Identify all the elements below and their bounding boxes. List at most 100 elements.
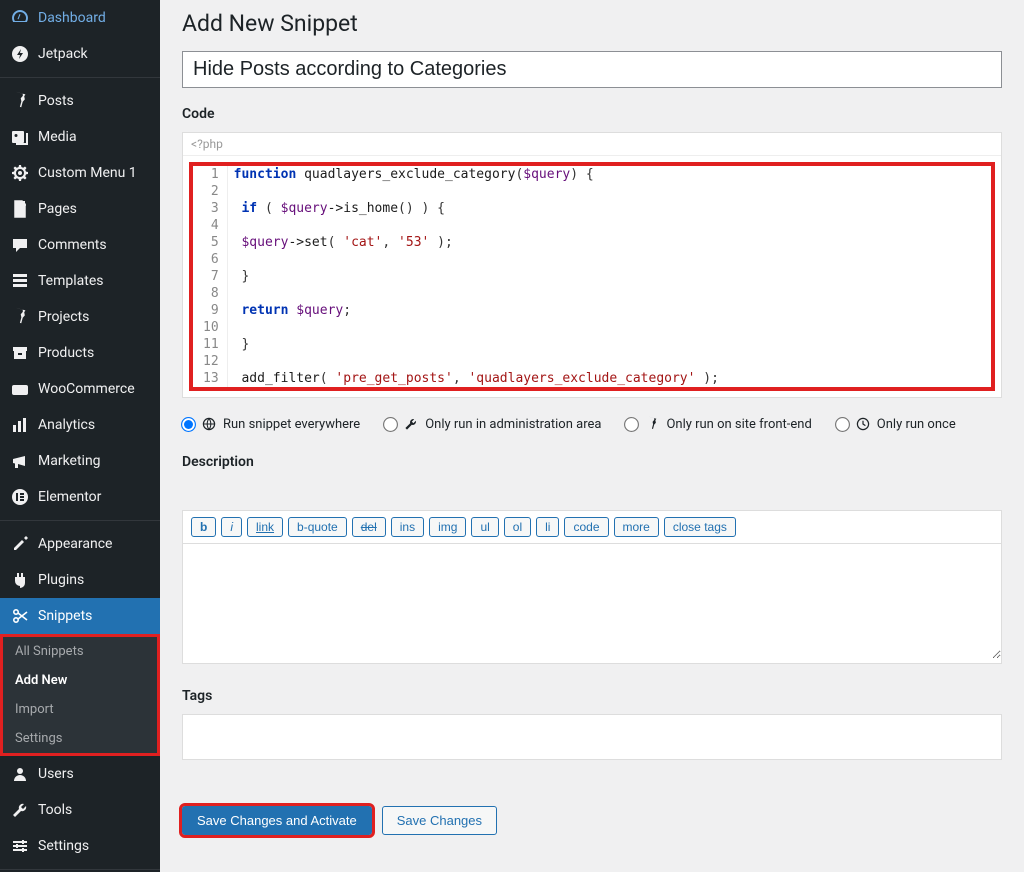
menu-item-projects[interactable]: Projects [0,299,160,335]
submenu-item-all-snippets[interactable]: All Snippets [3,637,157,666]
menu-label: Posts [38,93,74,109]
menu-label: Settings [38,838,89,854]
save-button-row: Save Changes and Activate Save Changes [182,806,1002,835]
quicktag-li[interactable]: li [536,517,559,537]
globe-icon [201,416,217,432]
code-line[interactable]: $query->set( 'cat', '53' ); [227,234,725,251]
menu-item-analytics[interactable]: Analytics [0,407,160,443]
code-line[interactable]: if ( $query->is_home() ) { [227,200,725,217]
pin-icon [10,91,30,111]
code-line[interactable] [227,183,725,200]
quicktag-img[interactable]: img [429,517,466,537]
menu-item-users[interactable]: Users [0,756,160,792]
scope-radio[interactable] [835,417,850,432]
code-line[interactable] [227,353,725,370]
media-icon [10,127,30,147]
code-line[interactable]: function quadlayers_exclude_category($qu… [227,166,725,183]
menu-separator [0,869,160,870]
scope-label: Only run once [877,417,956,432]
tags-input[interactable] [182,714,1002,760]
admin-sidebar: Dashboard Jetpack Posts MediaCustom Menu 1… [0,0,160,872]
line-number: 2 [193,183,227,200]
line-number: 6 [193,251,227,268]
menu-item-posts[interactable]: Posts [0,83,160,119]
line-number: 7 [193,268,227,285]
scope-radio[interactable] [383,417,398,432]
menu-item-tools[interactable]: Tools [0,792,160,828]
code-line[interactable] [227,217,725,234]
code-line[interactable]: } [227,336,725,353]
quicktag-b-quote[interactable]: b-quote [288,517,347,537]
woo-icon [10,379,30,399]
sliders-icon [10,836,30,856]
quicktag-code[interactable]: code [564,517,608,537]
scope-label: Only run on site front-end [666,417,811,432]
description-textarea[interactable] [183,544,1001,659]
scope-option[interactable]: Run snippet everywhere [182,416,360,432]
menu-item-comments[interactable]: Comments [0,227,160,263]
snippets-submenu: All SnippetsAdd NewImportSettings [0,634,160,756]
line-number: 10 [193,319,227,336]
menu-item-dashboard[interactable]: Dashboard [0,0,160,36]
quicktag-b[interactable]: b [191,517,216,537]
code-line[interactable]: } [227,268,725,285]
quicktag-ins[interactable]: ins [391,517,424,537]
menu-item-templates[interactable]: Templates [0,263,160,299]
save-button[interactable]: Save Changes [382,806,497,835]
quicktag-ol[interactable]: ol [504,517,531,537]
code-line[interactable] [227,251,725,268]
menu-separator [0,520,160,521]
menu-item-custom-menu-1[interactable]: Custom Menu 1 [0,155,160,191]
quicktag-i[interactable]: i [221,517,242,537]
menu-item-snippets[interactable]: Snippets [0,598,160,634]
line-number: 8 [193,285,227,302]
menu-item-plugins[interactable]: Plugins [0,562,160,598]
scope-radio[interactable] [181,417,196,432]
line-number: 9 [193,302,227,319]
menu-label: Pages [38,201,77,217]
submenu-item-import[interactable]: Import [3,695,157,724]
quicktag-del[interactable]: del [352,517,386,537]
menu-item-pages[interactable]: Pages [0,191,160,227]
code-line[interactable]: add_filter( 'pre_get_posts', 'quadlayers… [227,370,725,387]
menu-label: Tools [38,802,72,818]
quicktag-more[interactable]: more [614,517,659,537]
menu-label: Jetpack [38,46,88,62]
menu-item-elementor[interactable]: Elementor [0,479,160,515]
code-line[interactable] [227,285,725,302]
menu-item-marketing[interactable]: Marketing [0,443,160,479]
code-line[interactable] [227,319,725,336]
quicktag-ul[interactable]: ul [471,517,498,537]
menu-item-jetpack[interactable]: Jetpack [0,36,160,72]
line-number: 12 [193,353,227,370]
circle-bolt-icon [10,44,30,64]
menu-item-appearance[interactable]: Appearance [0,526,160,562]
line-number: 1 [193,166,227,183]
scope-radio[interactable] [624,417,639,432]
code-line[interactable]: return $query; [227,302,725,319]
line-number: 4 [193,217,227,234]
scope-option[interactable]: Only run once [836,416,956,432]
menu-item-settings[interactable]: Settings [0,828,160,864]
scope-option[interactable]: Only run in administration area [384,416,601,432]
scope-option[interactable]: Only run on site front-end [625,416,811,432]
page-title: Add New Snippet [182,10,1002,37]
line-number: 5 [193,234,227,251]
submenu-item-add-new[interactable]: Add New [3,666,157,695]
menu-item-media[interactable]: Media [0,119,160,155]
menu-item-woocommerce[interactable]: WooCommerce [0,371,160,407]
brush-icon [10,534,30,554]
snippet-title-input[interactable] [182,51,1002,88]
menu-item-products[interactable]: Products [0,335,160,371]
quicktag-link[interactable]: link [247,517,283,537]
code-editor[interactable]: 1function quadlayers_exclude_category($q… [189,162,995,391]
code-editor-wrap: <?php 1function quadlayers_exclude_categ… [182,132,1002,398]
clock-icon [855,416,871,432]
scope-label: Only run in administration area [425,417,601,432]
gear-icon [10,163,30,183]
submenu-item-settings[interactable]: Settings [3,724,157,753]
quicktag-close-tags[interactable]: close tags [664,517,736,537]
menu-label: Plugins [38,572,84,588]
quicktags-row: bilinkb-quotedelinsimgulollicode moreclos… [183,511,1001,544]
save-activate-button[interactable]: Save Changes and Activate [182,806,372,835]
